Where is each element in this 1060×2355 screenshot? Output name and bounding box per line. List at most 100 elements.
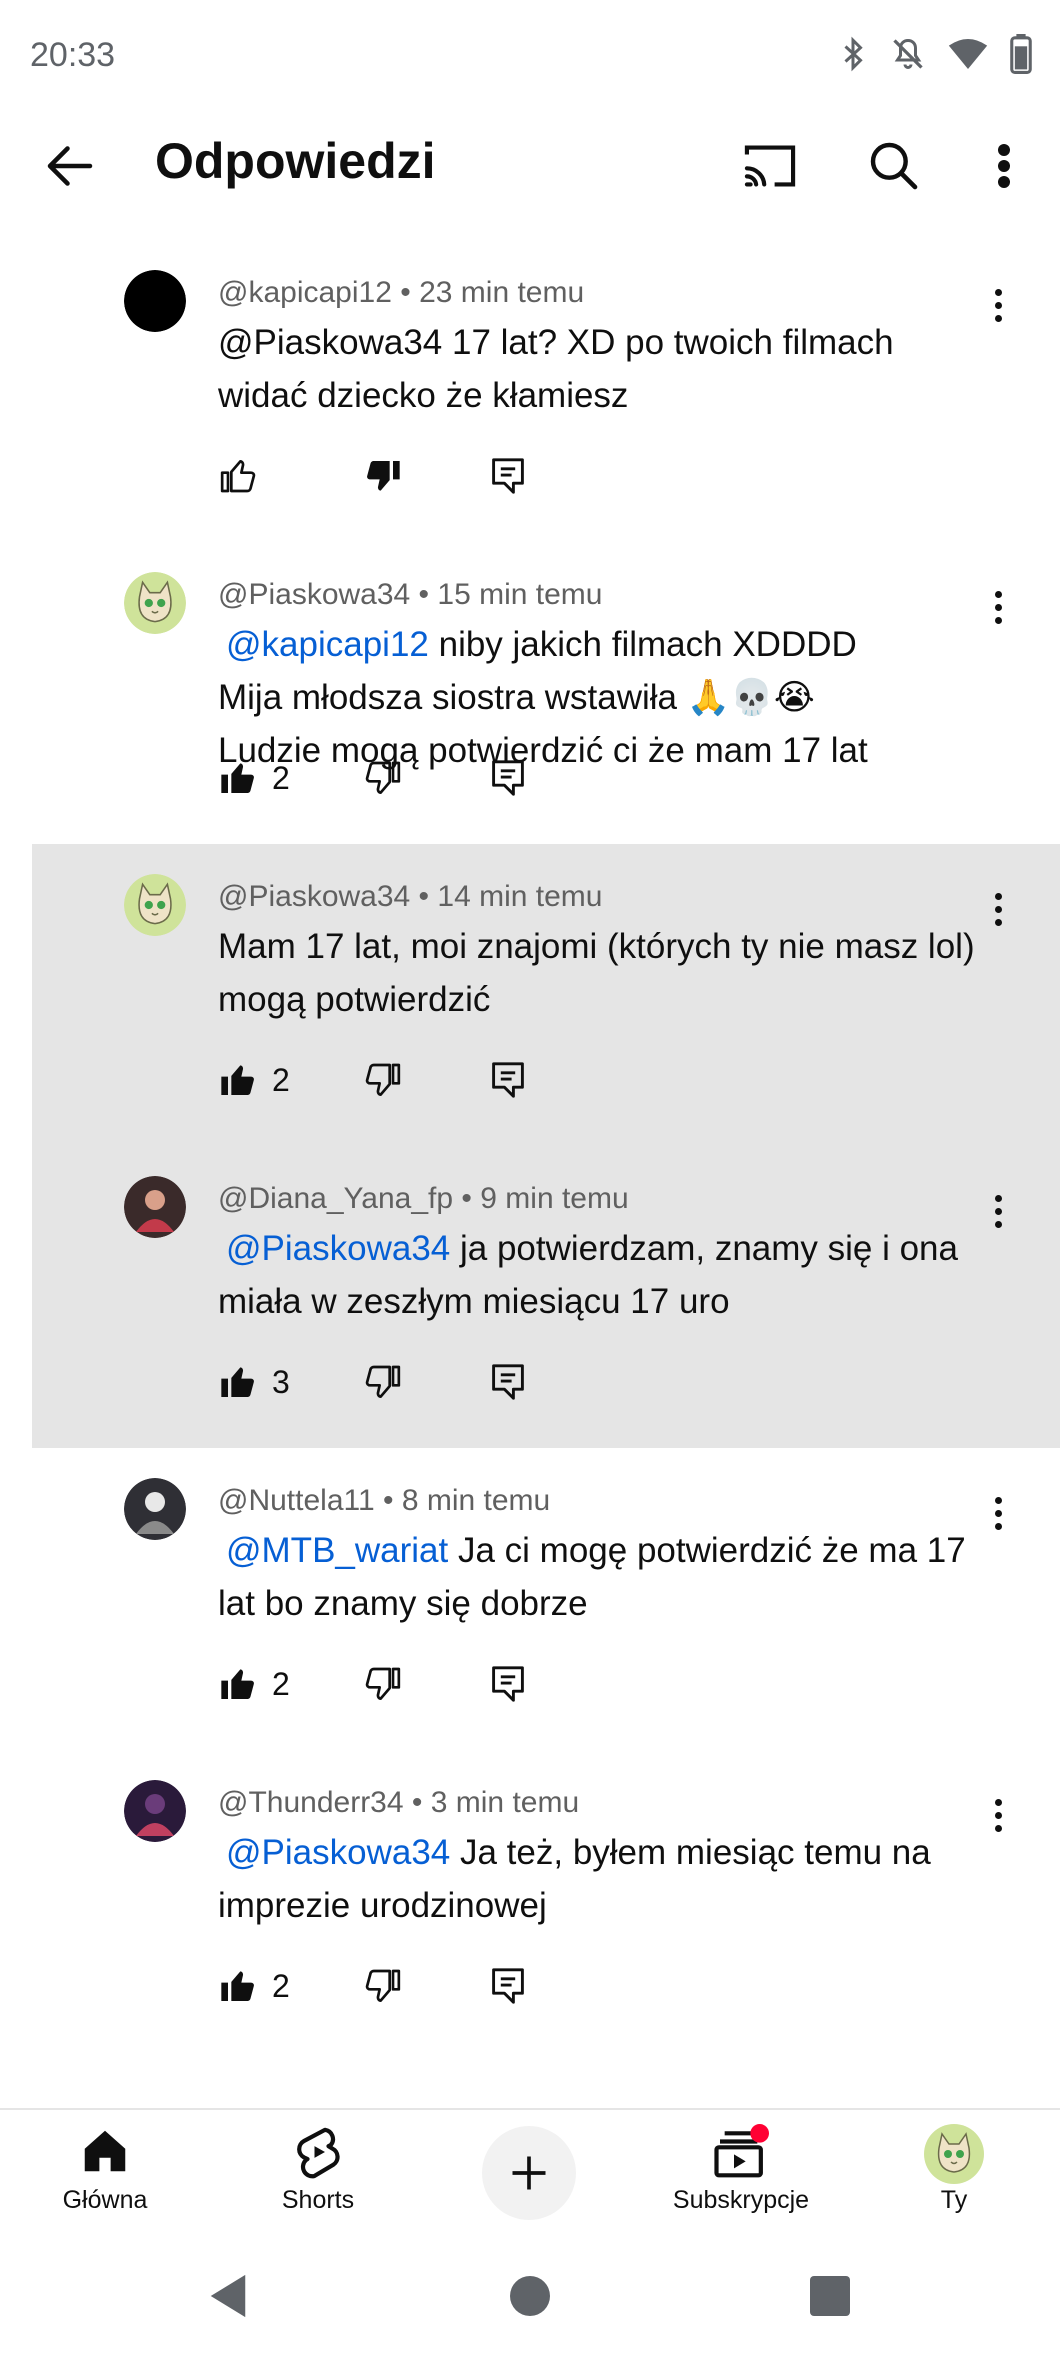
like-filled-icon [221,1367,254,1397]
comment-time: 23 min temu [419,276,585,309]
comment-more-button[interactable] [980,582,1016,632]
system-back-button[interactable] [200,2268,256,2324]
reply-button[interactable] [490,1054,526,1106]
bottom-nav: Główna Shorts Subskrypcje Ty [0,2108,1060,2240]
like-button[interactable]: 3 [218,1356,290,1408]
dislike-button[interactable] [363,1054,403,1106]
like-button[interactable]: 2 [218,752,290,804]
comment-mention-link[interactable]: @MTB_wariat [218,1531,448,1570]
dislike-button[interactable] [363,1960,403,2012]
comment-body: @Piaskowa34 17 lat? XD po twoich filmach… [218,323,894,415]
like-button[interactable] [218,450,272,502]
reply-button[interactable] [490,1960,526,2012]
comment-avatar[interactable] [124,572,186,634]
photo-avatar-icon [124,1780,186,1842]
comment-mention-link[interactable]: @Piaskowa34 [218,1229,450,1268]
plus-icon [512,2156,546,2190]
wifi-icon [948,39,988,69]
comment-text: @MTB_wariat Ja ci mogę potwierdzić że ma… [218,1524,978,1630]
like-count: 2 [272,1967,290,2004]
more-options-button[interactable] [972,134,1036,198]
reply-comment-icon [492,1364,524,1400]
photo-avatar-icon [124,1176,186,1238]
reply-comment-icon [492,1968,524,2004]
comment-actions: 2 [218,1054,548,1106]
comment-author[interactable]: @Nuttela11 [218,1484,375,1517]
comment-author[interactable]: @Piaskowa34 [218,578,410,611]
nav-subscriptions[interactable]: Subskrypcje [661,2110,821,2240]
comment-time: 9 min temu [480,1182,629,1215]
comment-avatar[interactable] [124,1780,186,1842]
like-filled-icon [221,1971,254,2001]
like-button[interactable]: 2 [218,1054,290,1106]
comment-item: @Piaskowa34 • 15 min temu @kapicapi12 nib… [0,542,1060,844]
reply-button[interactable] [490,1356,526,1408]
reply-comment-icon [492,1062,524,1098]
comment-author[interactable]: @kapicapi12 [218,276,392,309]
like-filled-icon [221,1669,254,1699]
like-button[interactable]: 2 [218,1658,290,1710]
comment-avatar[interactable] [124,1176,186,1238]
reply-comment-icon [492,760,524,796]
shorts-icon [297,2127,340,2179]
comment-time: 15 min temu [437,578,603,611]
reply-button[interactable] [490,450,526,502]
like-button[interactable]: 2 [218,1960,290,2012]
comment-author[interactable]: @Piaskowa34 [218,880,410,913]
home-icon [84,2130,126,2172]
page-title: Odpowiedzi [155,133,436,189]
dislike-outline-icon [365,1667,401,1700]
dislike-button[interactable] [363,1356,403,1408]
comment-avatar[interactable] [124,1478,186,1540]
comment-mention-link[interactable]: @Piaskowa34 [218,1833,450,1872]
comment-author[interactable]: @Thunderr34 [218,1786,404,1819]
dislike-outline-icon [365,1365,401,1398]
comment-avatar[interactable] [124,270,186,332]
dislike-outline-icon [365,1063,401,1096]
comment-meta: @Diana_Yana_fp • 9 min temu [218,1182,629,1215]
photo-avatar-icon [124,1478,186,1540]
reply-comment-icon [492,458,524,494]
black-circle-avatar-icon [124,270,186,332]
comment-time: 3 min temu [430,1786,580,1819]
nav-shorts[interactable]: Shorts [238,2110,398,2240]
create-button[interactable] [482,2126,576,2220]
reply-button[interactable] [490,752,526,804]
comment-item: @kapicapi12 • 23 min temu @Piaskowa34 17 … [0,240,1060,542]
comment-meta: @Nuttela11 • 8 min temu [218,1484,551,1517]
comment-avatar[interactable] [124,874,186,936]
comment-author[interactable]: @Diana_Yana_fp [218,1182,453,1215]
circle-home-icon [510,2276,550,2316]
cast-button[interactable] [738,134,802,198]
back-button[interactable] [40,136,100,196]
cat-avatar-icon [124,874,186,936]
dislike-button[interactable] [363,752,403,804]
like-filled-icon [221,763,254,793]
dislike-button[interactable] [363,1658,403,1710]
subscriptions-icon [714,2124,769,2178]
comment-meta: @Piaskowa34 • 14 min temu [218,880,603,913]
notifications-off-icon [893,38,923,69]
comment-more-button[interactable] [980,280,1016,330]
system-home-button[interactable] [502,2268,558,2324]
triangle-back-icon [210,2274,246,2318]
like-count: 3 [272,1363,290,1400]
dislike-outline-icon [365,1969,401,2002]
comment-meta: @Piaskowa34 • 15 min temu [218,578,603,611]
like-count: 2 [272,759,290,796]
comment-more-button[interactable] [980,1186,1016,1236]
cat-avatar-icon [124,572,186,634]
dislike-button[interactable] [363,450,403,502]
search-button[interactable] [862,134,926,198]
comment-more-button[interactable] [980,1488,1016,1538]
comment-more-button[interactable] [980,884,1016,934]
status-icons [838,34,1032,74]
status-time: 20:33 [30,36,116,74]
system-recents-button[interactable] [802,2268,858,2324]
reply-button[interactable] [490,1658,526,1710]
comment-mention-link[interactable]: @kapicapi12 [218,625,429,664]
comment-actions: 2 [218,1960,548,2012]
comment-more-button[interactable] [980,1790,1016,1840]
nav-home[interactable]: Główna [25,2110,185,2240]
nav-you[interactable]: Ty [874,2110,1034,2240]
